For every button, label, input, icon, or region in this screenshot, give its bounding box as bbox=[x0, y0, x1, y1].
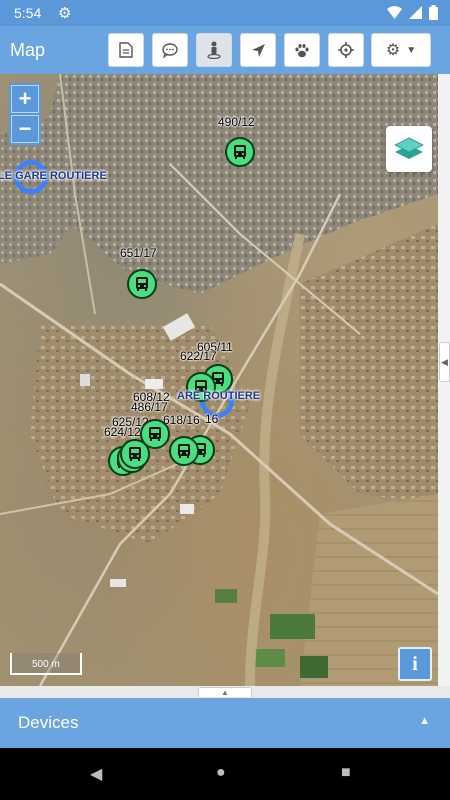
layers-icon bbox=[394, 137, 424, 159]
wifi-icon bbox=[387, 6, 402, 19]
crosshair-icon bbox=[338, 42, 354, 58]
marker-label: 651/17 bbox=[120, 246, 157, 260]
chevron-up-icon: ▲ bbox=[221, 688, 229, 697]
vehicle-marker[interactable] bbox=[127, 269, 157, 299]
messages-button[interactable] bbox=[152, 33, 188, 67]
gear-icon: ⚙ bbox=[385, 42, 401, 59]
devices-label: Devices bbox=[18, 713, 79, 732]
bus-icon bbox=[149, 427, 161, 441]
poi-label-west[interactable]: LE GARE ROUTIERE bbox=[0, 170, 107, 182]
status-bar: 5:54 ⚙ bbox=[0, 0, 450, 26]
bottom-panel-handle: ▲ bbox=[0, 686, 450, 698]
signal-icon bbox=[409, 6, 422, 19]
battery-icon bbox=[429, 5, 438, 20]
side-panel-toggle[interactable]: ◀ bbox=[439, 342, 450, 382]
caret-down-icon: ▼ bbox=[406, 44, 417, 56]
marker-label: 622/17 bbox=[180, 349, 217, 363]
document-icon bbox=[119, 42, 133, 58]
info-button[interactable]: i bbox=[398, 647, 432, 681]
app-toolbar: Map ⚙ ▼ bbox=[0, 26, 450, 74]
chevron-left-icon: ◀ bbox=[441, 356, 448, 367]
zoom-controls: + − bbox=[9, 83, 41, 145]
vehicle-marker[interactable] bbox=[225, 137, 255, 167]
recents-icon[interactable]: ■ bbox=[341, 764, 351, 782]
bus-icon bbox=[178, 444, 190, 458]
settings-notification-icon: ⚙ bbox=[58, 5, 72, 22]
street-view-button[interactable] bbox=[196, 33, 232, 67]
satellite-map[interactable]: + − LE GARE ROUTIERE 490/12 651/17 605/1… bbox=[0, 74, 438, 686]
marker-label: 16 bbox=[205, 412, 219, 426]
bus-icon bbox=[136, 277, 148, 291]
side-panel-handle: ◀ bbox=[438, 74, 450, 686]
poi-label-center[interactable]: ARE ROUTIERE bbox=[177, 390, 260, 402]
settings-menu-button[interactable]: ⚙ ▼ bbox=[371, 33, 431, 67]
home-icon[interactable]: ● bbox=[216, 764, 226, 782]
layers-button[interactable] bbox=[386, 126, 432, 172]
marker-label: 486/17 bbox=[131, 400, 168, 414]
system-navigation-bar: ◀ ● ■ bbox=[0, 748, 450, 800]
marker-label: 618/16 bbox=[163, 413, 200, 427]
page-title: Map bbox=[10, 40, 46, 60]
bus-icon bbox=[129, 447, 141, 461]
locate-me-button[interactable] bbox=[328, 33, 364, 67]
chat-bubble-icon bbox=[162, 42, 178, 58]
devices-panel-header[interactable]: Devices ▲ bbox=[0, 698, 450, 748]
bus-icon bbox=[234, 145, 246, 159]
caret-up-icon: ▲ bbox=[419, 715, 430, 727]
marker-label: 490/12 bbox=[218, 115, 255, 129]
zoom-out-button[interactable]: − bbox=[11, 115, 39, 143]
marker-label: 624/12 bbox=[104, 425, 141, 439]
vehicle-marker[interactable] bbox=[120, 439, 150, 469]
report-button[interactable] bbox=[108, 33, 144, 67]
bottom-panel-toggle[interactable]: ▲ bbox=[198, 687, 252, 697]
vehicle-marker[interactable] bbox=[169, 436, 199, 466]
status-icons bbox=[387, 5, 438, 20]
back-icon[interactable]: ◀ bbox=[90, 764, 102, 784]
pet-tracker-button[interactable] bbox=[284, 33, 320, 67]
person-pin-icon bbox=[207, 41, 221, 59]
paw-icon bbox=[295, 43, 309, 57]
scale-bar: 500 m bbox=[10, 653, 82, 675]
zoom-in-button[interactable]: + bbox=[11, 85, 39, 113]
navigate-button[interactable] bbox=[240, 33, 276, 67]
status-time: 5:54 bbox=[14, 5, 42, 21]
location-arrow-icon bbox=[251, 43, 265, 57]
